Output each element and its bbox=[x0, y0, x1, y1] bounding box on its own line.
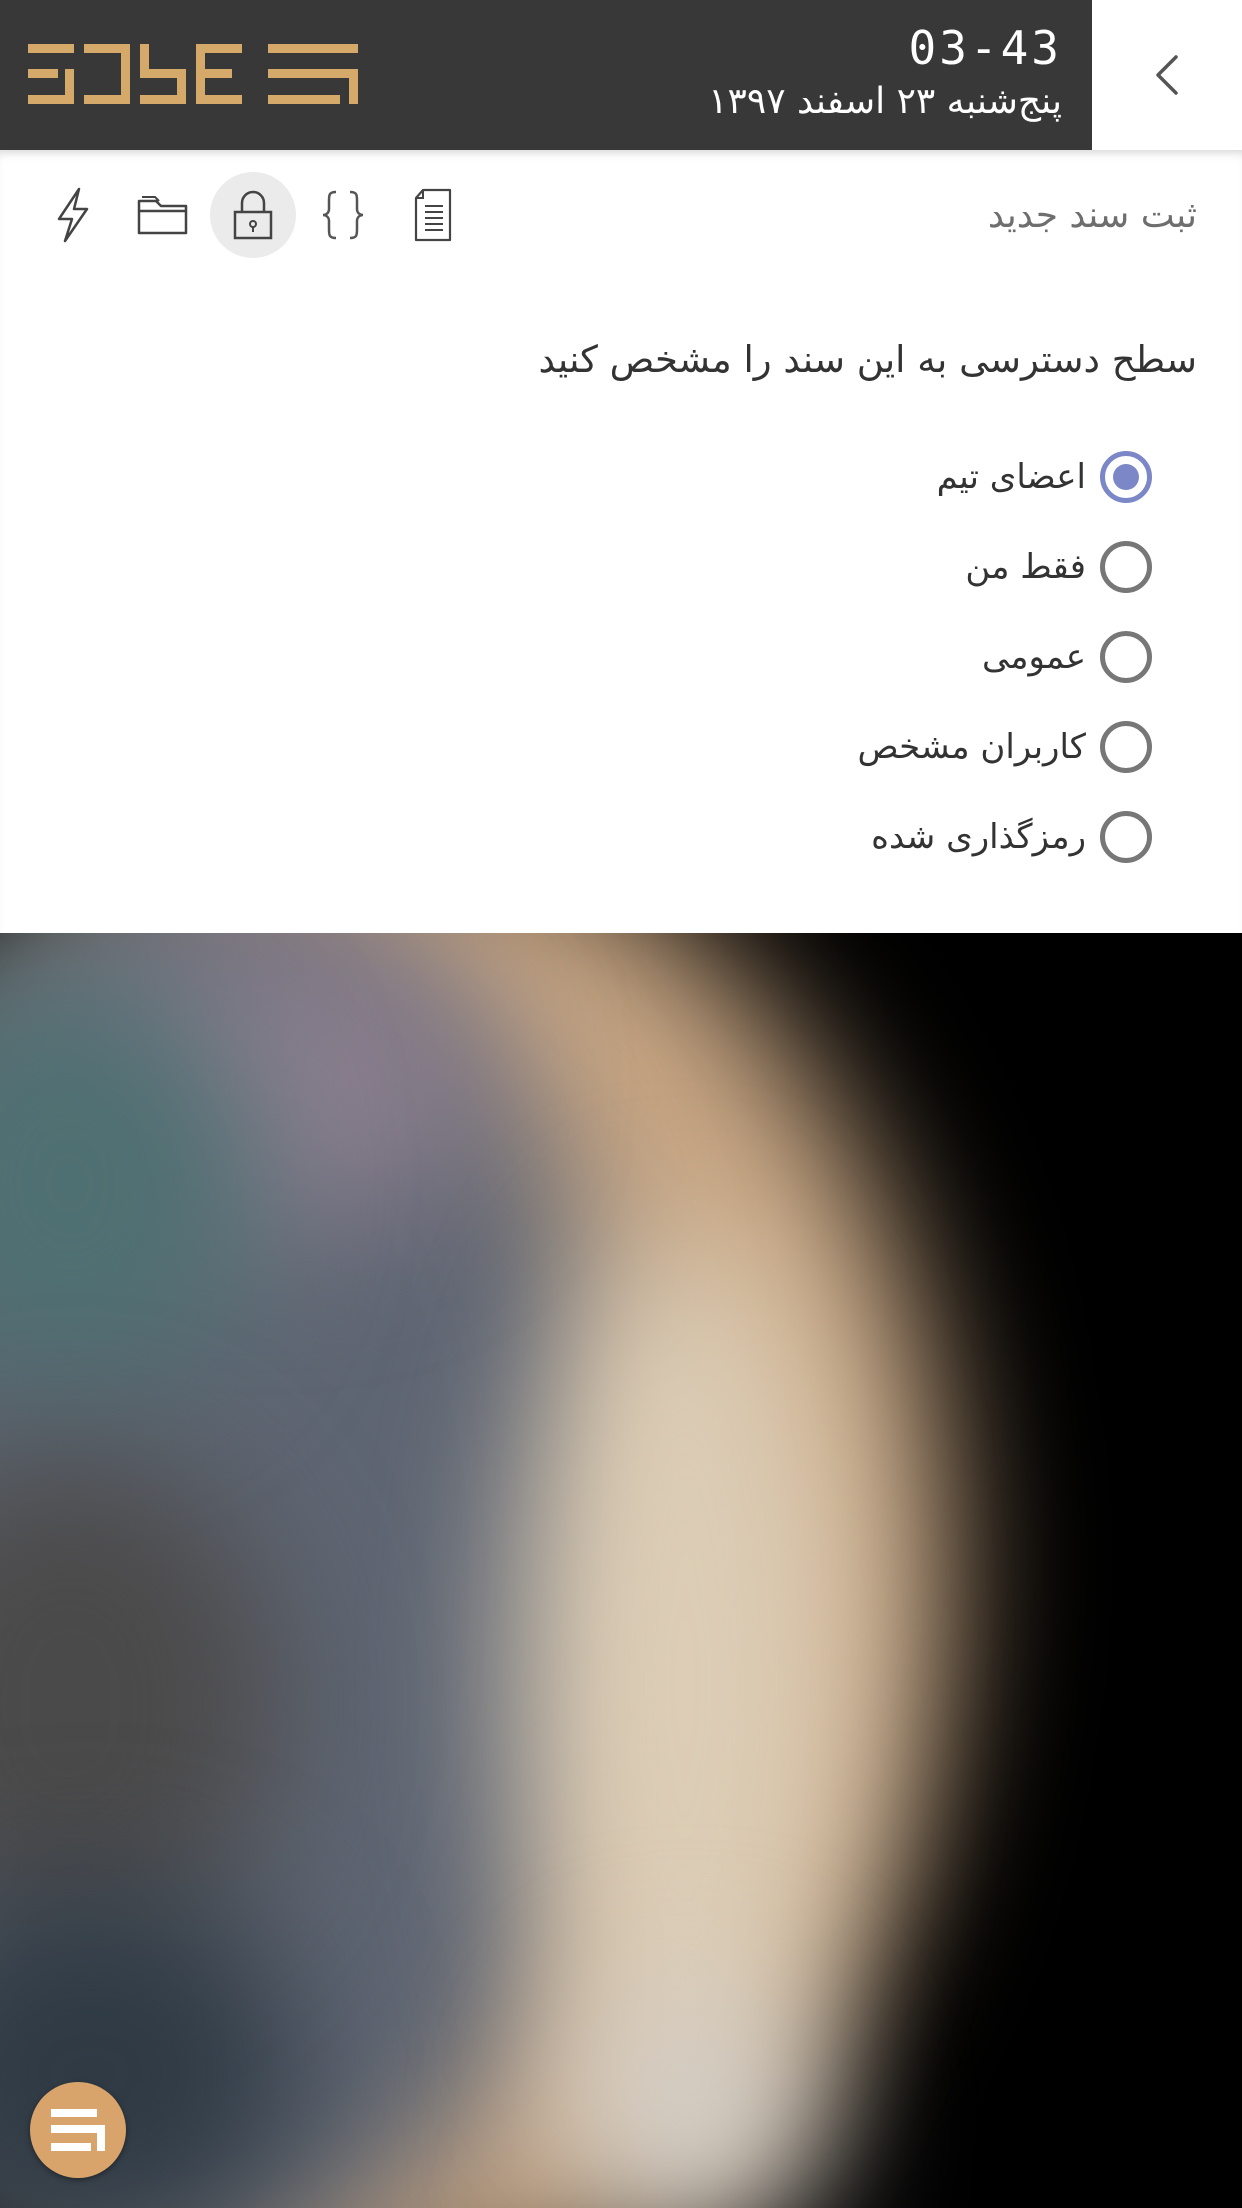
folder-icon bbox=[137, 196, 188, 235]
radio-button[interactable] bbox=[1100, 541, 1152, 593]
folder-button[interactable] bbox=[120, 172, 206, 258]
braces-icon bbox=[322, 190, 364, 240]
chevron-left-icon bbox=[1156, 55, 1178, 95]
document-icon bbox=[414, 188, 452, 242]
option-label: کاربران مشخص bbox=[857, 727, 1086, 767]
option-team-members[interactable]: اعضای تیم bbox=[452, 432, 1152, 522]
option-label: عمومی bbox=[981, 637, 1086, 677]
brand-mark-icon bbox=[51, 2109, 105, 2151]
document-button[interactable] bbox=[390, 172, 476, 258]
option-label: فقط من bbox=[965, 547, 1086, 587]
blurred-background-image bbox=[0, 933, 1242, 2208]
radio-button[interactable] bbox=[1100, 811, 1152, 863]
new-document-panel: ثبت سند جدید سطح دسترسی به این سند را مش… bbox=[0, 150, 1242, 933]
lightning-icon bbox=[57, 187, 89, 243]
app-menu-button[interactable] bbox=[30, 2082, 126, 2178]
radio-button[interactable] bbox=[1100, 631, 1152, 683]
radio-button[interactable] bbox=[1100, 721, 1152, 773]
access-level-options: اعضای تیم فقط من عمومی کاربران مشخص رمزگ… bbox=[452, 432, 1152, 882]
toolbar bbox=[30, 172, 470, 258]
date-label: پنج‌شنبه ۲۳ اسفند ۱۳۹۷ bbox=[708, 81, 1062, 122]
lightning-button[interactable] bbox=[30, 172, 116, 258]
lock-icon bbox=[233, 190, 273, 240]
panel-title: ثبت سند جدید bbox=[987, 195, 1197, 236]
option-encrypted[interactable]: رمزگذاری شده bbox=[452, 792, 1152, 882]
access-question: سطح دسترسی به این سند را مشخص کنید bbox=[538, 338, 1197, 381]
lock-button[interactable] bbox=[210, 172, 296, 258]
braces-button[interactable] bbox=[300, 172, 386, 258]
back-button[interactable] bbox=[1092, 0, 1242, 150]
brand-logo bbox=[28, 44, 358, 104]
radio-selected-dot bbox=[1113, 464, 1139, 490]
option-public[interactable]: عمومی bbox=[452, 612, 1152, 702]
option-specific-users[interactable]: کاربران مشخص bbox=[452, 702, 1152, 792]
option-label: اعضای تیم bbox=[936, 457, 1086, 497]
option-label: رمزگذاری شده bbox=[871, 817, 1086, 857]
app-screen: 03-43 پنج‌شنبه ۲۳ اسفند ۱۳۹۷ ثبت سند جدی… bbox=[0, 0, 1242, 2208]
option-only-me[interactable]: فقط من bbox=[452, 522, 1152, 612]
app-header: 03-43 پنج‌شنبه ۲۳ اسفند ۱۳۹۷ bbox=[0, 0, 1092, 150]
clock: 03-43 bbox=[908, 21, 1062, 75]
radio-button[interactable] bbox=[1100, 451, 1152, 503]
